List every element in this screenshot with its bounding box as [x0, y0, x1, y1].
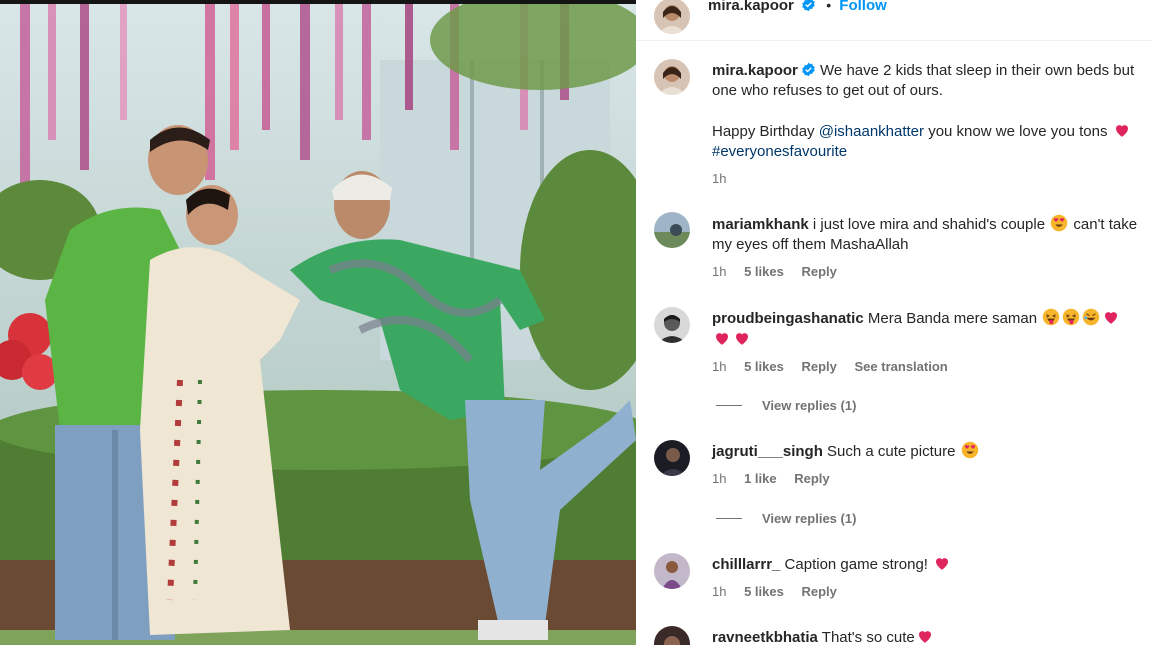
- comment-avatar[interactable]: [654, 307, 690, 343]
- red-heart-emoji: [716, 333, 728, 345]
- comment-item: mariamkhank i just love mira and shahid'…: [712, 214, 1152, 255]
- post-header: mira.kapoor • Follow: [636, 0, 1152, 41]
- caption-author-avatar[interactable]: [654, 59, 690, 95]
- comment-username[interactable]: mariamkhank: [712, 216, 809, 233]
- comment-username[interactable]: ravneetkbhatia: [712, 629, 818, 645]
- comment-time: 1h: [712, 471, 727, 486]
- comment-meta: 1h 5 likes Reply: [712, 584, 851, 599]
- red-heart-emoji: [1105, 312, 1118, 324]
- view-replies-button[interactable]: View replies (1): [716, 511, 856, 526]
- post-caption: mira.kapoor We have 2 kids that sleep in…: [712, 61, 1152, 162]
- comment-meta: 1h 5 likes Reply: [712, 264, 851, 279]
- comment-avatar[interactable]: [654, 212, 690, 248]
- post-image: [0, 0, 636, 645]
- comment-likes[interactable]: 5 likes: [744, 359, 784, 374]
- view-replies-button[interactable]: View replies (1): [716, 398, 856, 413]
- winking-tongue-emoji: [1043, 308, 1060, 326]
- mention-link[interactable]: @ishaankhatter: [819, 123, 924, 140]
- comment-item: jagruti___singh Such a cute picture: [712, 441, 1152, 462]
- comment-time: 1h: [712, 359, 727, 374]
- caption-text-pre: Happy Birthday: [712, 123, 819, 140]
- caption-time: 1h: [712, 171, 727, 186]
- comment-username[interactable]: proudbeingashanatic: [712, 310, 864, 327]
- red-heart-emoji: [1115, 125, 1128, 137]
- view-replies-label: View replies (1): [762, 398, 857, 413]
- comment-text: i just love mira and shahid's couple: [812, 216, 1050, 233]
- comment-text: Mera Banda mere saman: [867, 310, 1042, 327]
- comment-time: 1h: [712, 264, 727, 279]
- comment-avatar[interactable]: [654, 553, 690, 589]
- red-heart-emoji: [736, 333, 748, 345]
- red-heart-emoji: [936, 558, 949, 570]
- author-username[interactable]: mira.kapoor: [708, 0, 794, 14]
- follow-button[interactable]: Follow: [839, 0, 887, 14]
- comment-meta: 1h 5 likes Reply See translation: [712, 359, 962, 374]
- post-photo[interactable]: [0, 0, 636, 645]
- verified-badge-icon: [802, 0, 815, 12]
- winking-tongue-emoji: [1063, 308, 1080, 326]
- separator-dot: •: [826, 0, 832, 13]
- comment-meta: 1h 1 like Reply: [712, 471, 844, 486]
- hashtag-link[interactable]: #everyonesfavourite: [712, 143, 847, 160]
- comment-likes[interactable]: 1 like: [744, 471, 777, 486]
- comment-likes[interactable]: 5 likes: [744, 584, 784, 599]
- comment-likes[interactable]: 5 likes: [744, 264, 784, 279]
- comment-item: ravneetkbhatia That's so cute: [712, 627, 1152, 645]
- comment-item: proudbeingashanatic Mera Banda mere sama…: [712, 308, 1152, 350]
- comment-text: That's so cute: [821, 629, 915, 645]
- reply-button[interactable]: Reply: [801, 584, 836, 599]
- reply-divider-line: [716, 405, 742, 406]
- photo-top-edge: [0, 0, 636, 4]
- caption-text-post: you know we love you tons: [924, 123, 1112, 140]
- comment-text: Such a cute picture: [827, 443, 960, 460]
- rofl-emoji: [1083, 308, 1100, 326]
- comment-avatar[interactable]: [654, 440, 690, 476]
- caption-meta: 1h: [712, 171, 740, 186]
- heart-eyes-emoji: [1050, 214, 1068, 232]
- reply-button[interactable]: Reply: [801, 359, 836, 374]
- red-heart-emoji: [918, 631, 931, 643]
- caption-username[interactable]: mira.kapoor: [712, 62, 798, 79]
- view-replies-label: View replies (1): [762, 511, 857, 526]
- comment-time: 1h: [712, 584, 727, 599]
- comment-avatar[interactable]: [654, 626, 690, 645]
- reply-button[interactable]: Reply: [794, 471, 829, 486]
- author-avatar[interactable]: [654, 0, 690, 34]
- comment-username[interactable]: jagruti___singh: [712, 443, 823, 460]
- comments-panel: mira.kapoor • Follow mira.kapoor We have…: [636, 0, 1152, 645]
- comment-username[interactable]: chilllarrr_: [712, 556, 780, 573]
- comment-text: Caption game strong!: [784, 556, 933, 573]
- comment-item: chilllarrr_ Caption game strong!: [712, 554, 1152, 575]
- reply-button[interactable]: Reply: [801, 264, 836, 279]
- heart-eyes-emoji: [961, 441, 978, 459]
- verified-badge-icon: [802, 62, 815, 77]
- see-translation-button[interactable]: See translation: [855, 359, 948, 374]
- reply-divider-line: [716, 518, 742, 519]
